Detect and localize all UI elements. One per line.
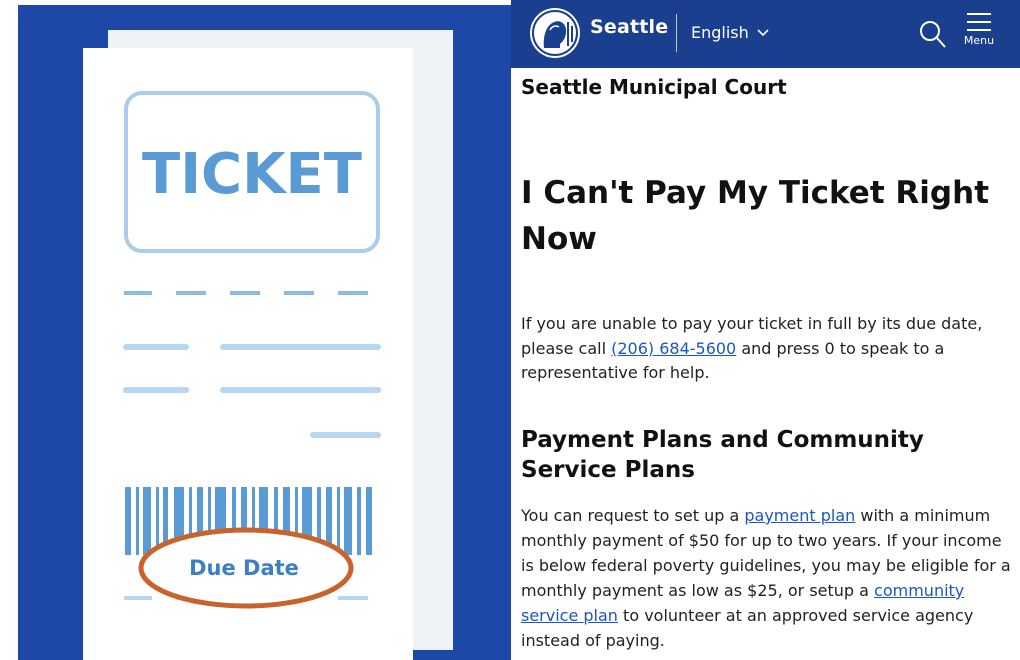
payment-plan-link[interactable]: payment plan — [744, 506, 855, 525]
menu-button[interactable]: Menu — [961, 10, 997, 58]
due-date-text: Due Date — [189, 556, 299, 580]
breadcrumb[interactable]: Seattle Municipal Court — [521, 75, 787, 99]
phone-link[interactable]: (206) 684-5600 — [611, 339, 736, 358]
language-selector[interactable]: English — [691, 23, 769, 42]
chevron-down-icon — [757, 26, 769, 40]
ticket-illustration: TICKET Due Date — [18, 5, 511, 660]
search-icon — [920, 21, 946, 48]
page-title: I Can't Pay My Ticket Right Now — [521, 175, 990, 257]
section-title: Payment Plans and Community Service Plan… — [521, 427, 924, 483]
brand-name[interactable]: Seattle — [590, 16, 668, 38]
intro-paragraph: If you are unable to pay your ticket in … — [521, 312, 1009, 386]
site-header: Seattle English Menu — [511, 0, 1020, 68]
seattle-logo-icon[interactable] — [530, 8, 580, 58]
language-label: English — [691, 23, 749, 42]
menu-label: Menu — [963, 34, 995, 47]
header-divider — [676, 14, 677, 52]
payment-text-1: You can request to set up a — [521, 506, 745, 525]
web-page: Seattle English Menu Seattle Municipal C… — [511, 0, 1020, 660]
payment-paragraph: You can request to set up a payment plan… — [521, 503, 1013, 653]
hamburger-icon — [967, 13, 991, 31]
ticket-title-text: TICKET — [142, 142, 362, 207]
ticket-graphic: TICKET Due Date — [83, 30, 453, 660]
search-button[interactable] — [919, 19, 947, 49]
